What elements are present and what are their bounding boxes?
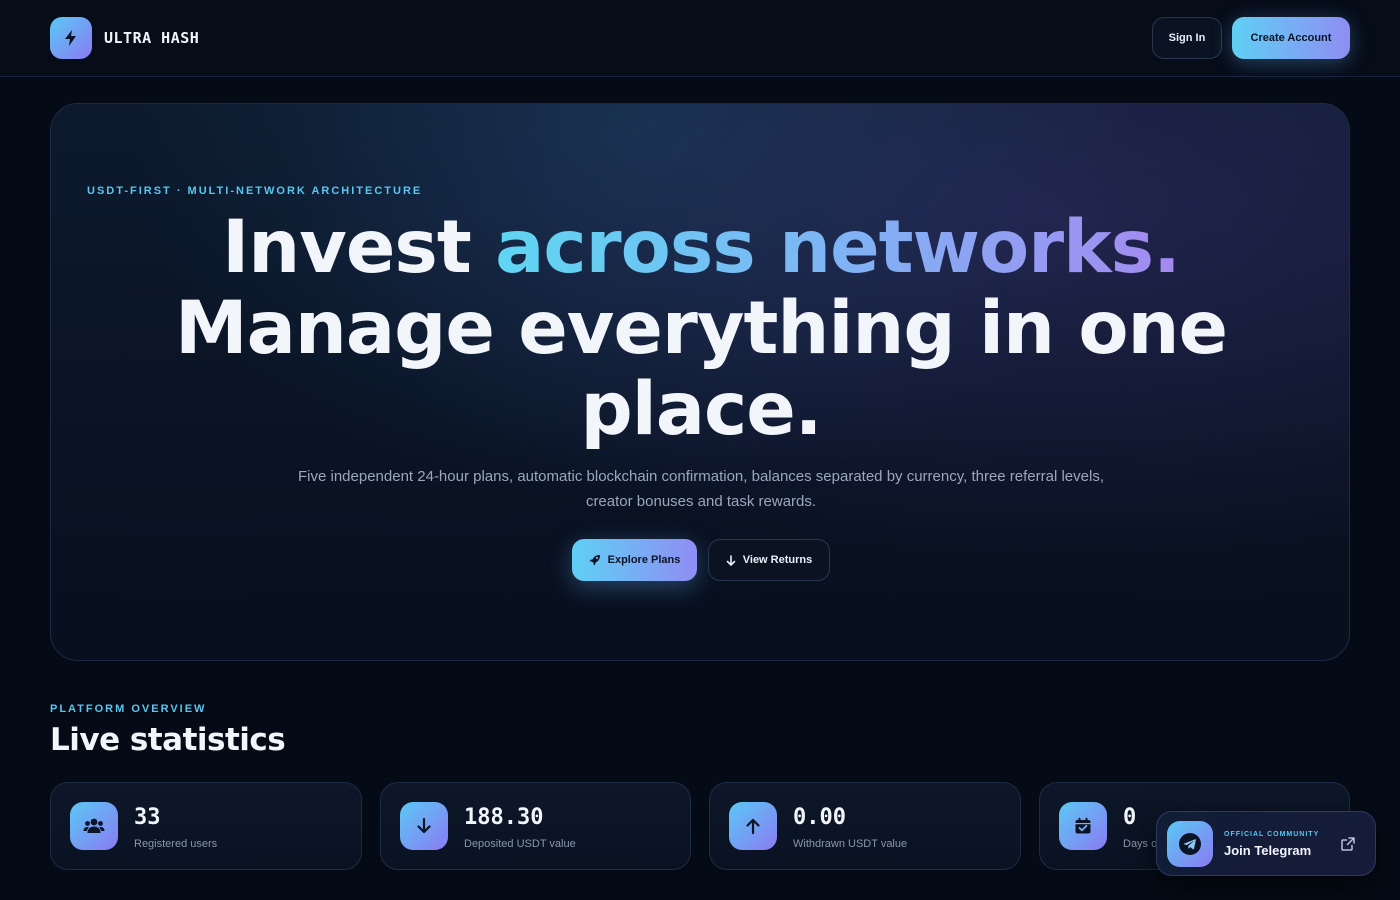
- stat-value: 0: [1123, 805, 1137, 830]
- view-returns-label: View Returns: [742, 554, 813, 566]
- hero-title-highlight: across networks.: [495, 205, 1181, 290]
- telegram-icon: [1167, 821, 1213, 867]
- hero-eyebrow: USDT-FIRST · MULTI-NETWORK ARCHITECTURE: [87, 185, 423, 197]
- brand-name: ULTRA HASH: [104, 29, 200, 47]
- users-icon: [70, 802, 118, 850]
- arrow-up-icon: [729, 802, 777, 850]
- explore-plans-button[interactable]: Explore Plans: [572, 539, 697, 581]
- external-link-icon: [1341, 837, 1355, 851]
- join-telegram-widget[interactable]: OFFICIAL COMMUNITY Join Telegram: [1156, 811, 1376, 876]
- sign-in-button[interactable]: Sign In: [1152, 17, 1222, 59]
- hero-title-part1: Invest: [222, 205, 496, 290]
- view-returns-button[interactable]: View Returns: [708, 539, 830, 581]
- lightning-icon: [65, 30, 76, 46]
- stat-card-withdrawn: 0.00 Withdrawn USDT value: [709, 782, 1021, 870]
- stat-value: 33: [134, 805, 161, 830]
- arrow-down-icon: [400, 802, 448, 850]
- telegram-eyebrow: OFFICIAL COMMUNITY: [1224, 831, 1320, 838]
- stat-label: Registered users: [134, 838, 218, 850]
- hero-card: USDT-FIRST · MULTI-NETWORK ARCHITECTURE …: [50, 103, 1350, 661]
- stat-label: Days o: [1123, 838, 1158, 850]
- stat-card-users: 33 Registered users: [50, 782, 362, 870]
- stats-eyebrow: PLATFORM OVERVIEW: [50, 703, 207, 715]
- logo[interactable]: [50, 17, 92, 59]
- hero-title: Invest across networks. Manage everythin…: [51, 207, 1351, 450]
- arrow-down-icon: [726, 554, 736, 566]
- stat-label: Withdrawn USDT value: [793, 838, 908, 850]
- stat-card-deposited: 188.30 Deposited USDT value: [380, 782, 691, 870]
- telegram-title: Join Telegram: [1224, 843, 1312, 858]
- stat-value: 188.30: [464, 805, 544, 830]
- stat-label: Deposited USDT value: [464, 838, 576, 850]
- create-account-button[interactable]: Create Account: [1232, 17, 1350, 59]
- stats-title: Live statistics: [50, 722, 286, 758]
- stat-value: 0.00: [793, 805, 846, 830]
- calendar-check-icon: [1059, 802, 1107, 850]
- hero-subtitle: Five independent 24-hour plans, automati…: [298, 468, 1104, 510]
- rocket-icon: [589, 555, 600, 566]
- explore-plans-label: Explore Plans: [607, 554, 681, 566]
- top-navbar: ULTRA HASH Sign In Create Account: [0, 0, 1400, 77]
- hero-title-part2: Manage everything in one place.: [174, 286, 1228, 452]
